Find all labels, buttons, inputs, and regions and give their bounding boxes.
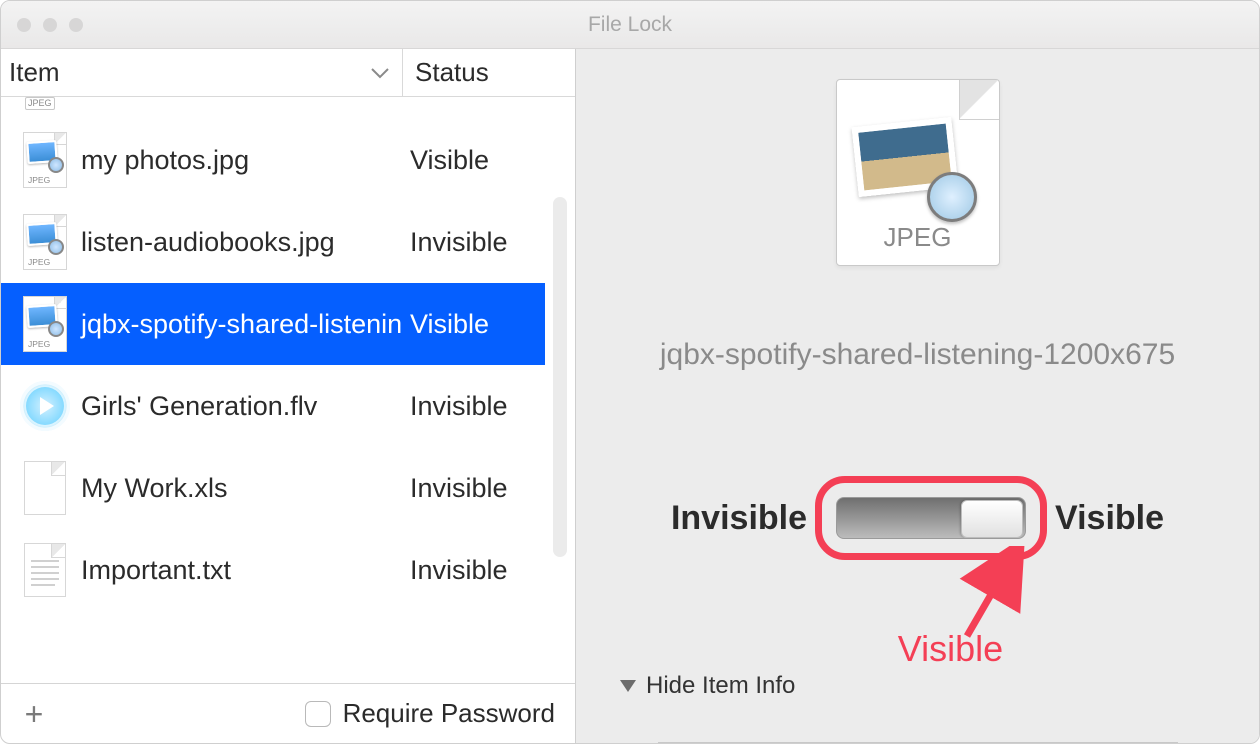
content-area: Item Status JPEGJPEGmy photos.jpgVisible… [1,49,1259,743]
hide-item-info-label: Hide Item Info [646,672,795,700]
column-header-item[interactable]: Item [1,49,403,96]
jpeg-file-icon: JPEG [15,296,75,352]
file-name: jqbx-spotify-shared-listenin [75,309,410,340]
file-list[interactable]: JPEGJPEGmy photos.jpgVisibleJPEGlisten-a… [1,97,575,683]
file-name: listen-audiobooks.jpg [75,227,410,258]
columns-header: Item Status [1,49,575,97]
bottom-toolbar: + Require Password [1,683,575,743]
file-status: Invisible [410,391,545,422]
jpeg-file-icon: JPEG [15,132,75,188]
selected-filename: jqbx-spotify-shared-listening-1200x675 [638,338,1198,370]
app-window: File Lock Item Status JPEGJPEGmy photos.… [0,0,1260,744]
file-status: Visible [410,145,545,176]
text-file-icon [15,543,75,597]
titlebar: File Lock [1,1,1259,49]
generic-file-icon [15,461,75,515]
scrollbar[interactable] [553,197,567,557]
magnifier-icon [927,172,977,222]
file-status: Invisible [410,555,545,586]
file-list-container: JPEGJPEGmy photos.jpgVisibleJPEGlisten-a… [1,97,575,683]
window-title: File Lock [1,13,1259,37]
file-name: Girls' Generation.flv [75,391,410,422]
file-list-pane: Item Status JPEGJPEGmy photos.jpgVisible… [1,49,576,743]
table-row[interactable]: Girls' Generation.flvInvisible [1,365,545,447]
annotation-text: Visible [898,628,1003,670]
details-pane: JPEG jqbx-spotify-shared-listening-1200x… [576,49,1259,743]
video-file-icon [15,381,75,431]
table-row[interactable]: Important.txtInvisible [1,529,545,611]
toggle-label-visible: Visible [1055,499,1164,538]
file-status: Invisible [410,473,545,504]
jpeg-tag: JPEG [25,97,55,110]
list-item-partial: JPEG [1,97,545,119]
column-header-item-label: Item [9,57,60,88]
toggle-label-invisible: Invisible [671,499,807,538]
column-header-status[interactable]: Status [403,57,575,88]
file-status: Visible [410,309,545,340]
file-name: my photos.jpg [75,145,410,176]
file-status: Invisible [410,227,545,258]
jpeg-file-icon: JPEG [15,214,75,270]
require-password-checkbox[interactable] [305,701,331,727]
preview-badge: JPEG [837,222,999,253]
table-row[interactable]: JPEGjqbx-spotify-shared-listeninVisible [1,283,545,365]
plus-icon: + [25,698,44,730]
column-header-status-label: Status [415,57,489,87]
table-row[interactable]: JPEGmy photos.jpgVisible [1,119,545,201]
file-preview-icon: JPEG [836,79,1000,266]
divider [658,742,1178,743]
hide-item-info-toggle[interactable]: Hide Item Info [620,672,795,700]
toggle-knob-icon [961,500,1023,538]
table-row[interactable]: My Work.xlsInvisible [1,447,545,529]
file-name: My Work.xls [75,473,410,504]
visibility-toggle[interactable] [836,497,1026,539]
visibility-toggle-row: Invisible Visible Visible [671,476,1164,560]
disclosure-triangle-icon [620,680,636,692]
require-password-label: Require Password [343,698,555,729]
chevron-down-icon [370,66,390,80]
add-button[interactable]: + [11,691,57,737]
table-row[interactable]: JPEGlisten-audiobooks.jpgInvisible [1,201,545,283]
page-fold-icon [959,80,999,120]
file-name: Important.txt [75,555,410,586]
